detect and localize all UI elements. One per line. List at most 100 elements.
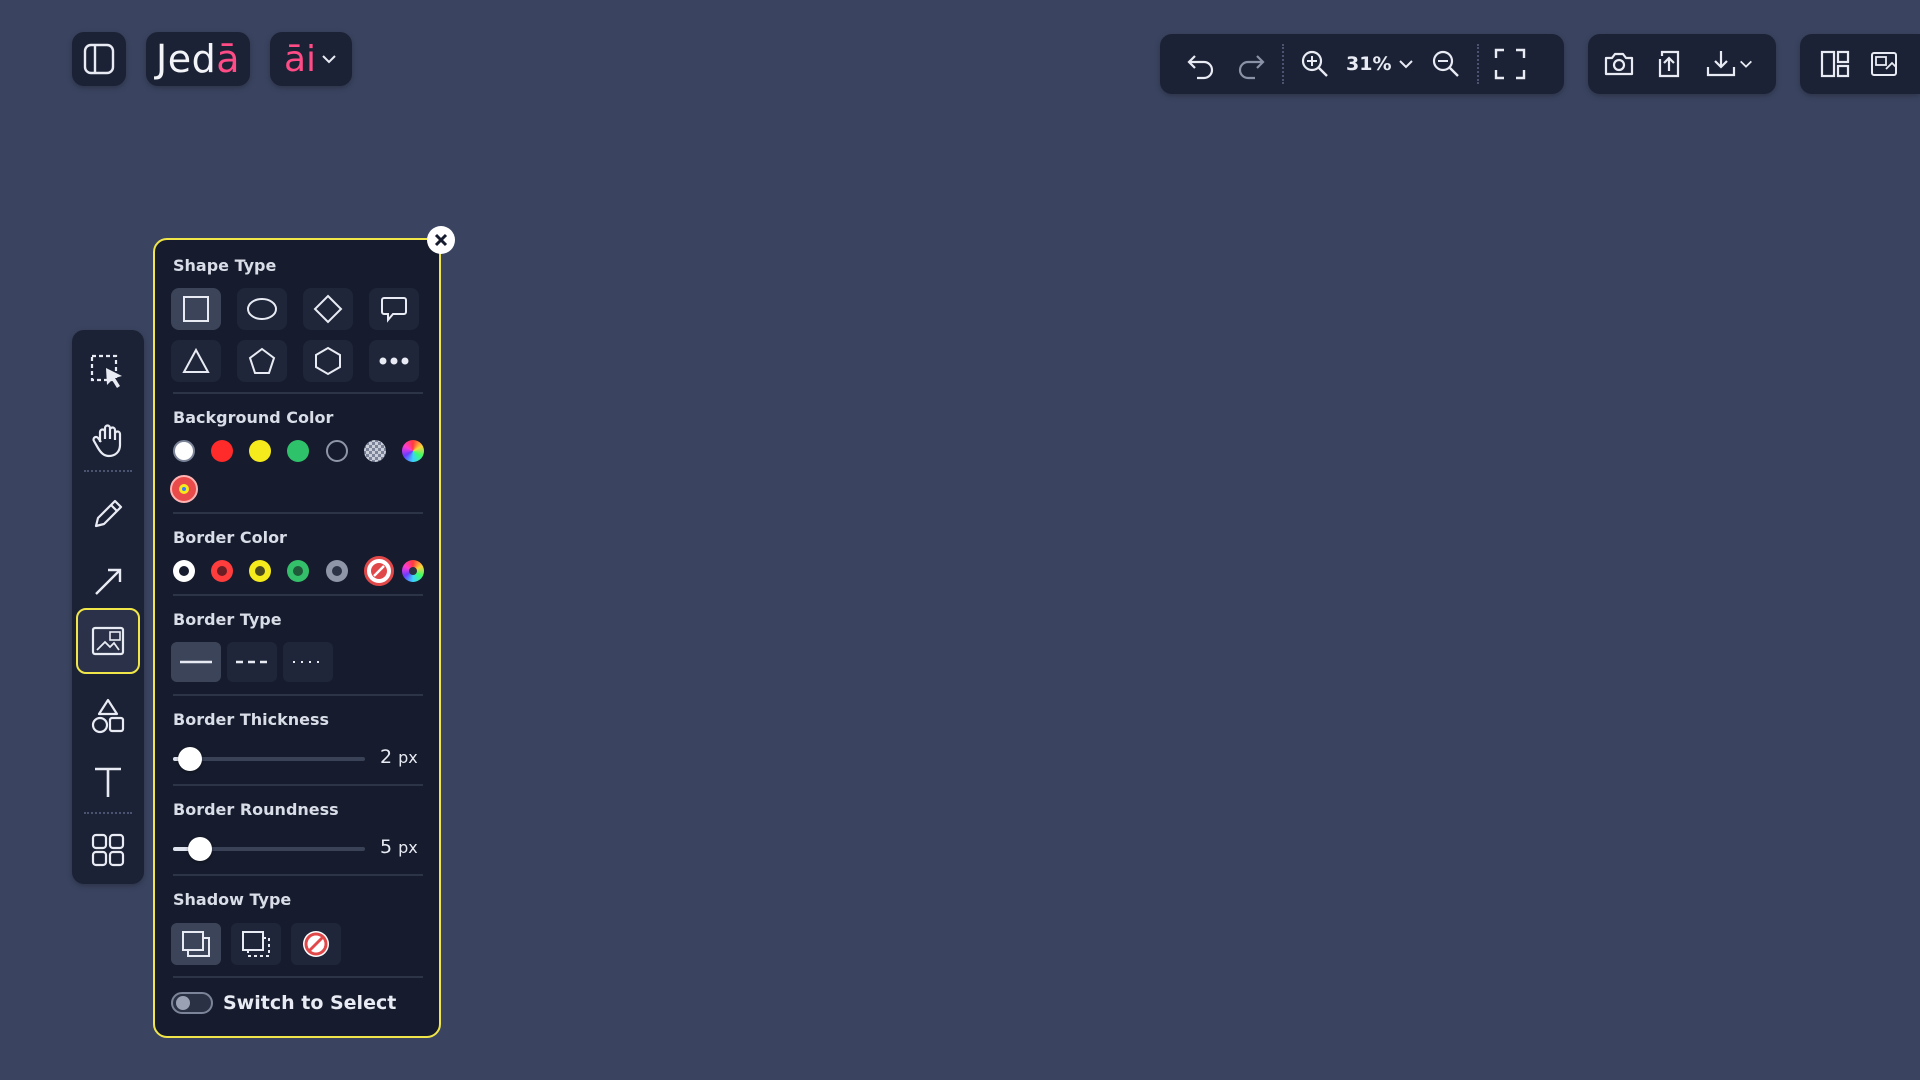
redo-button[interactable] [1226,39,1276,89]
dashed-line-icon [236,660,268,664]
shadow-type-solid[interactable] [171,923,221,965]
zoom-level-dropdown[interactable]: 31% [1340,53,1421,75]
divider [173,694,423,696]
image-switch-button[interactable] [1860,39,1910,89]
divider [173,874,423,876]
shadow-type-dashed[interactable] [231,923,281,965]
bg-color-white[interactable] [173,440,195,462]
toolbar-separator [1282,44,1284,84]
shape-options-panel: Shape Type Background Color Border Color [153,238,441,1038]
border-type-dashed[interactable] [227,642,277,682]
thickness-unit: px [398,748,418,767]
arrow-tool-button[interactable] [78,552,138,612]
bg-color-pattern[interactable] [364,440,386,462]
border-thickness-slider[interactable] [173,747,365,771]
fullscreen-icon [1495,48,1526,80]
no-color-icon [371,563,387,579]
shape-triangle-button[interactable] [171,340,221,382]
export-toolbar [1588,34,1776,94]
image-switch-icon [1871,52,1897,76]
switch-to-select-label: Switch to Select [223,992,397,1014]
text-tool-button[interactable] [78,752,138,812]
view-toolbar: 31% [1160,34,1564,94]
frame-icon [91,626,125,656]
rail-separator [84,470,132,472]
screenshot-button[interactable] [1594,39,1644,89]
bg-color-yellow[interactable] [249,440,271,462]
close-panel-button[interactable] [427,226,455,254]
fullscreen-button[interactable] [1485,39,1535,89]
bg-color-picker[interactable] [402,440,424,462]
border-roundness-slider[interactable] [173,837,365,861]
border-color-white[interactable] [173,560,195,582]
bg-color-custom[interactable] [170,475,198,503]
pencil-icon [94,499,123,528]
dotted-line-icon [293,661,324,663]
bg-color-transparent[interactable] [326,440,348,462]
triangle-icon [182,347,210,373]
shape-diamond-button[interactable] [303,288,353,330]
shapes-icon [91,698,125,734]
bg-color-red[interactable] [211,440,233,462]
arrow-icon [95,568,122,595]
solid-line-icon [180,660,212,664]
camera-icon [1604,52,1634,76]
shape-pentagon-button[interactable] [237,340,287,382]
solid-shadow-icon [182,931,210,957]
chevron-down-icon [322,55,336,64]
border-type-dotted[interactable] [283,642,333,682]
background-color-title: Background Color [173,408,334,427]
shape-speech-bubble-button[interactable] [369,288,419,330]
ai-menu-button[interactable]: āi [270,32,352,86]
shape-type-title: Shape Type [173,256,277,275]
bg-color-green[interactable] [287,440,309,462]
layout-button[interactable] [1810,39,1860,89]
zoom-out-button[interactable] [1421,39,1471,89]
divider [173,512,423,514]
border-color-picker[interactable] [402,560,424,582]
switch-to-select-toggle[interactable] [171,992,213,1014]
more-shapes-button[interactable] [369,340,419,382]
divider [173,976,423,978]
no-shadow-icon [303,931,329,957]
border-thickness-value: 2 px [380,746,418,768]
toolbar-separator [1477,44,1480,84]
divider [173,392,423,394]
pencil-tool-button[interactable] [78,484,138,544]
dashed-shadow-icon [242,931,270,957]
select-tool-button[interactable] [78,342,138,402]
shapes-tool-button[interactable] [78,686,138,746]
text-icon [95,767,121,797]
custom-color-icon [179,484,189,494]
components-tool-button[interactable] [78,820,138,880]
border-type-title: Border Type [173,610,282,629]
zoom-in-button[interactable] [1290,39,1340,89]
slider-thumb[interactable] [187,837,212,861]
shadow-type-none[interactable] [291,923,341,965]
undo-button[interactable] [1176,39,1226,89]
shape-rectangle-button[interactable] [171,288,221,330]
app-logo[interactable]: Jedā [146,32,250,86]
border-type-solid[interactable] [171,642,221,682]
border-color-gray[interactable] [326,560,348,582]
frame-tool-button[interactable] [76,608,140,674]
border-color-none[interactable] [364,556,394,586]
shape-hexagon-button[interactable] [303,340,353,382]
undo-icon [1187,55,1214,80]
download-button[interactable] [1694,39,1764,89]
border-color-green[interactable] [287,560,309,582]
selection-cursor-icon [90,354,122,388]
redo-icon [1238,55,1265,80]
layout-toolbar [1800,34,1920,94]
sidebar-toggle-button[interactable] [72,32,126,86]
shape-ellipse-button[interactable] [237,288,287,330]
share-upload-button[interactable] [1644,39,1694,89]
border-color-yellow[interactable] [249,560,271,582]
rectangle-icon [183,296,209,322]
border-color-title: Border Color [173,528,287,547]
border-color-red[interactable] [211,560,233,582]
slider-thumb[interactable] [178,747,203,771]
thickness-number: 2 [380,746,393,768]
roundness-unit: px [398,838,418,857]
pan-tool-button[interactable] [78,410,138,470]
